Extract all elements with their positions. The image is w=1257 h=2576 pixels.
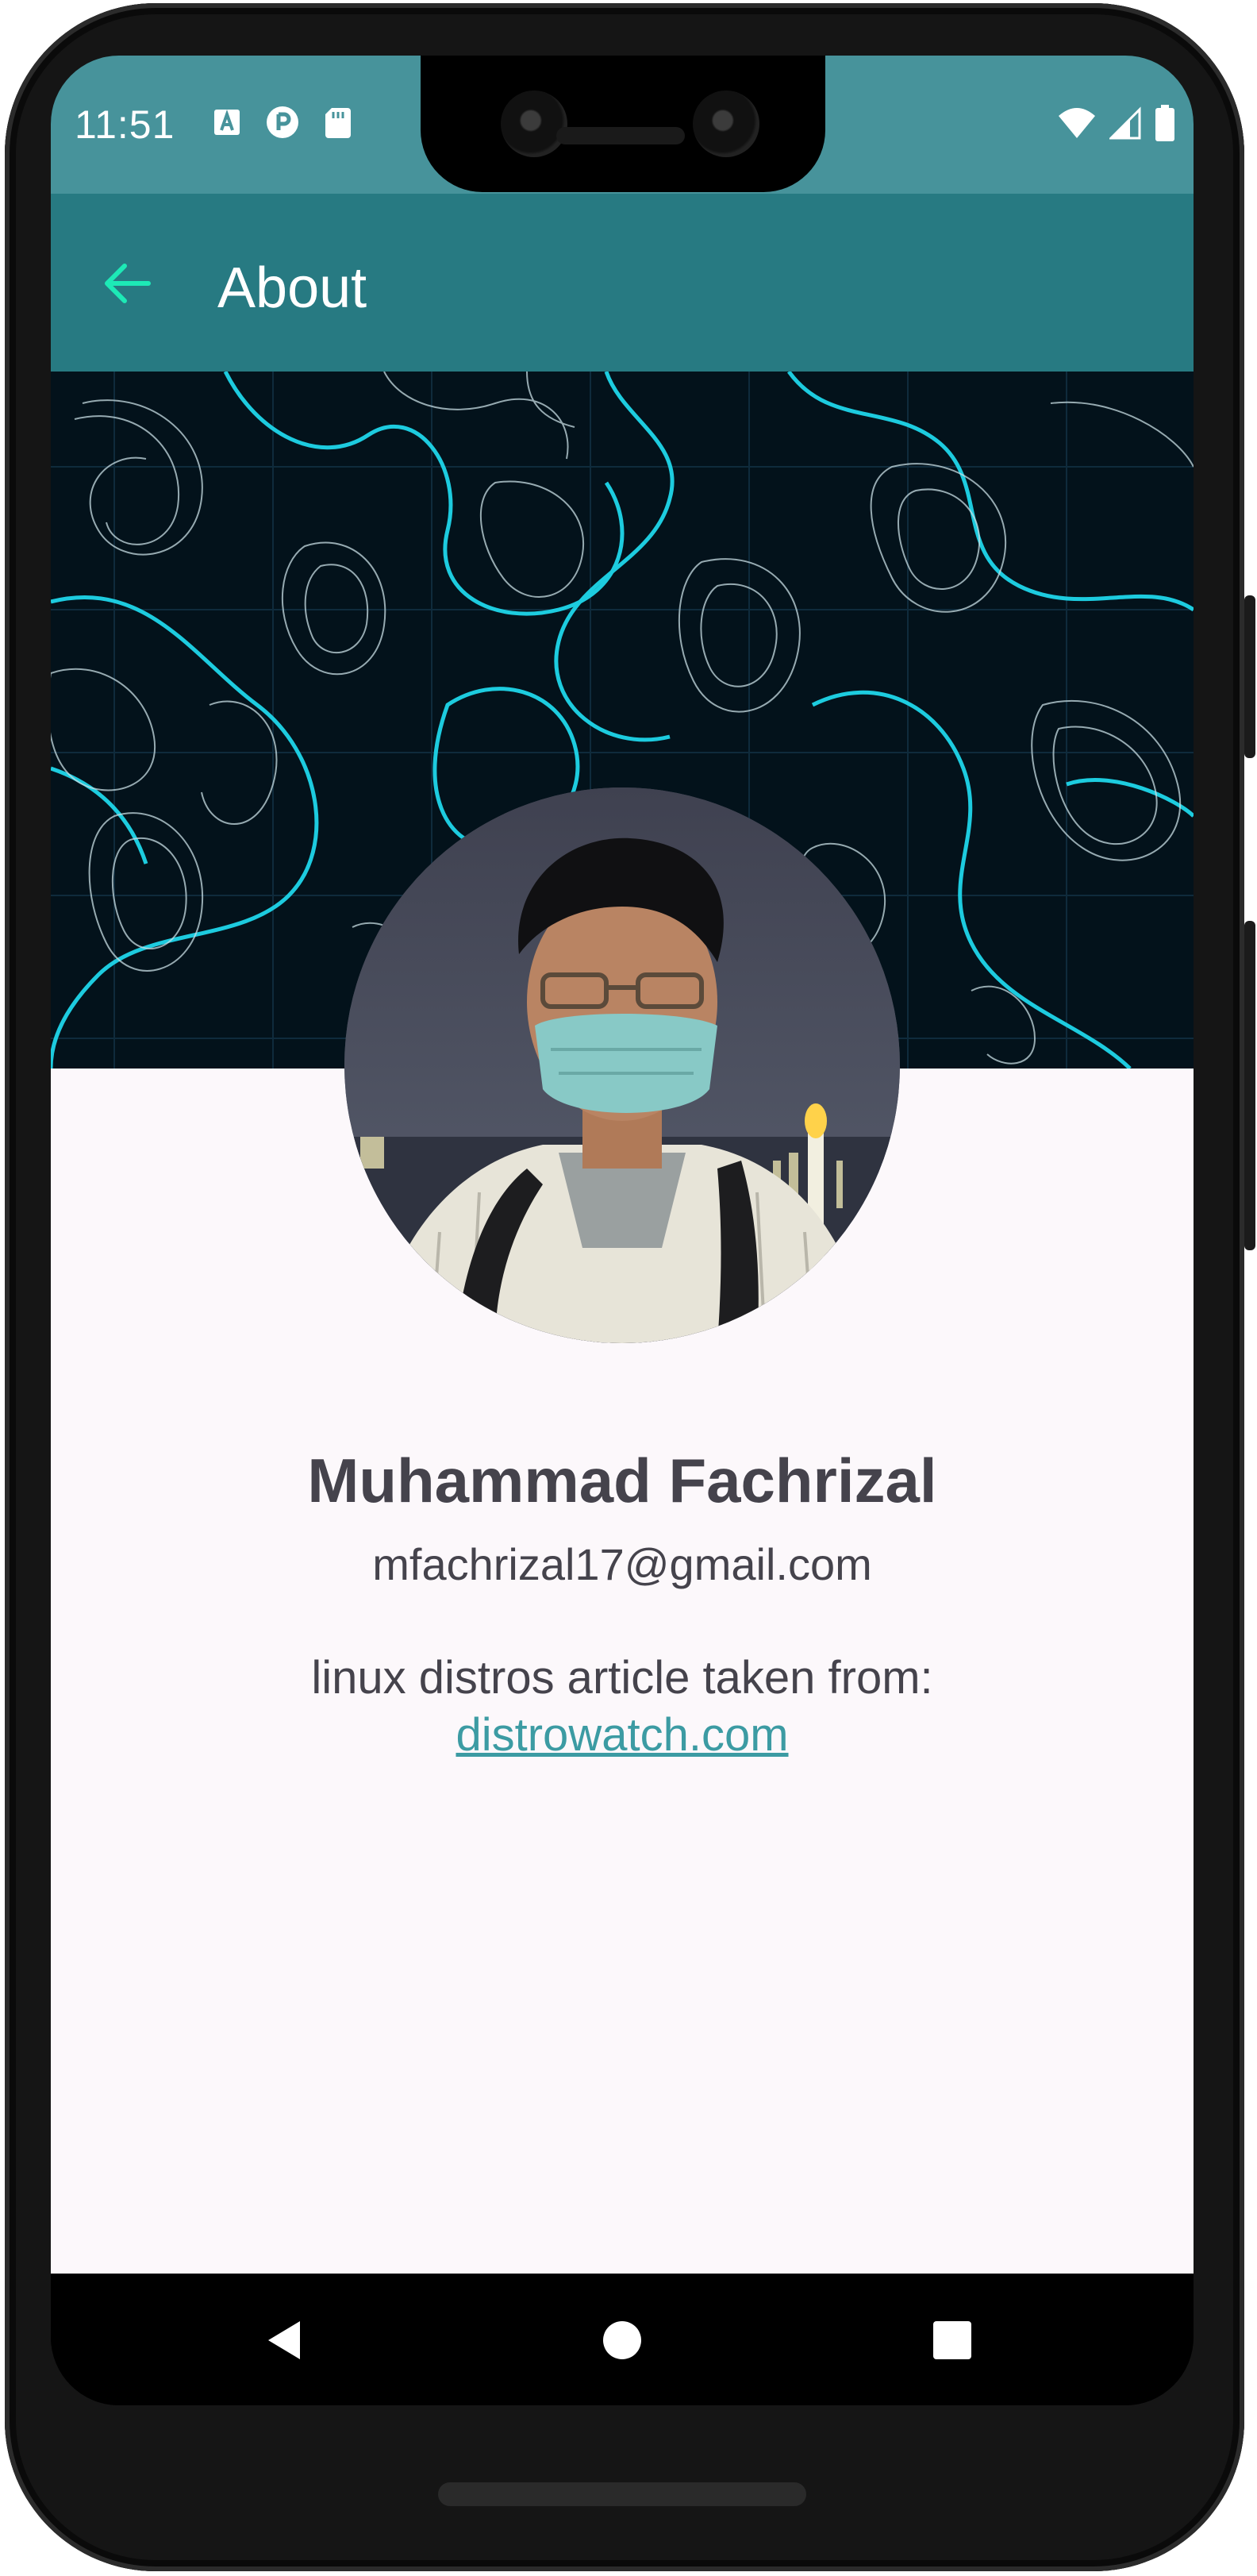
sd-card-icon: [325, 108, 351, 138]
back-triangle-icon: [268, 2321, 300, 2359]
back-button[interactable]: [90, 248, 162, 319]
earpiece-speaker: [556, 127, 685, 144]
distrowatch-link[interactable]: distrowatch.com: [456, 1709, 788, 1761]
recents-square-icon: [933, 2321, 971, 2359]
phone-mockup: 11:51 About Muhammad Fachrizal mfachriza…: [0, 0, 1257, 2576]
avatar: [344, 787, 900, 1343]
camera-notch: [421, 56, 825, 192]
status-bar: 11:51: [51, 56, 1194, 194]
bottom-speaker-grille: [438, 2482, 806, 2506]
nav-recents-button[interactable]: [921, 2308, 984, 2372]
about-content: Muhammad Fachrizal mfachrizal17@gmail.co…: [51, 372, 1194, 2274]
arrow-left-icon: [105, 264, 151, 303]
navigation-bar: [51, 2274, 1194, 2405]
credit-text: linux distros article taken from:: [311, 1652, 933, 1704]
front-camera-right: [693, 90, 759, 157]
status-left-icons: [210, 105, 356, 140]
home-circle-icon: [603, 2321, 641, 2359]
circle-p-icon: [267, 106, 298, 138]
wifi-icon: [1059, 108, 1095, 138]
screen: 11:51 About Muhammad Fachrizal mfachriza…: [51, 56, 1194, 2405]
app-bar: About: [51, 194, 1194, 372]
battery-icon: [1155, 105, 1174, 141]
page-title: About: [217, 256, 367, 320]
profile-name: Muhammad Fachrizal: [307, 1446, 937, 1515]
nav-home-button[interactable]: [590, 2308, 654, 2372]
power-button: [1244, 595, 1255, 758]
profile-photo: [344, 787, 900, 1343]
signal-icon: [1109, 106, 1141, 140]
a-icon: [214, 109, 240, 135]
status-right-icons: [1057, 105, 1176, 141]
profile-email: mfachrizal17@gmail.com: [372, 1539, 872, 1589]
credit-link-container: distrowatch.com: [51, 1708, 1194, 1762]
nav-back-button[interactable]: [252, 2308, 316, 2372]
volume-button: [1244, 921, 1255, 1250]
status-time: 11:51: [75, 102, 175, 147]
front-camera-left: [501, 90, 567, 157]
